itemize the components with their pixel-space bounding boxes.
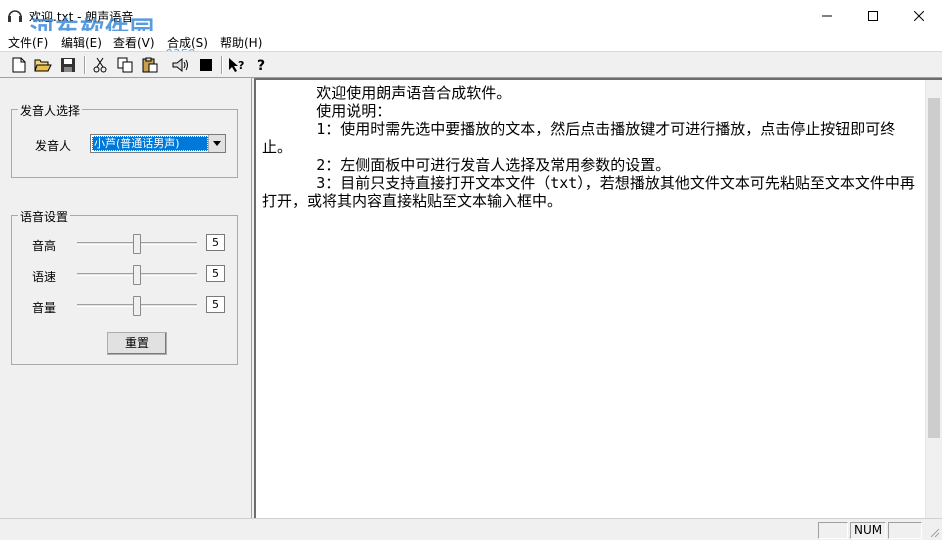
- volume-label: 音量: [32, 301, 57, 315]
- toolbar-separator: [84, 56, 86, 74]
- pitch-slider-thumb[interactable]: [133, 234, 141, 254]
- pitch-slider[interactable]: [77, 234, 197, 254]
- text-editor[interactable]: 欢迎使用朗声语音合成软件。 使用说明： 1：使用时需先选中要播放的文本，然后点击…: [254, 78, 942, 518]
- title-bar: 欢迎.txt - 朗声语音 河东软件园: [0, 0, 942, 44]
- volume-slider-thumb[interactable]: [133, 296, 141, 316]
- speaker-group-title: 发音人选择: [18, 102, 83, 119]
- svg-text:?: ?: [257, 58, 265, 73]
- paste-icon[interactable]: [141, 56, 159, 74]
- toolbar-separator: [221, 56, 223, 74]
- status-pane-caps: [818, 522, 848, 539]
- copy-icon[interactable]: [116, 56, 134, 74]
- speed-label: 语速: [32, 270, 57, 284]
- save-icon[interactable]: [59, 56, 77, 74]
- reset-button[interactable]: 重置: [107, 332, 167, 355]
- speed-slider-thumb[interactable]: [133, 265, 141, 285]
- status-bar: NUM: [0, 518, 942, 540]
- volume-slider[interactable]: [77, 296, 197, 316]
- minimize-button[interactable]: [804, 0, 850, 31]
- volume-value: 5: [206, 296, 225, 313]
- scrollbar-thumb[interactable]: [928, 98, 940, 438]
- status-pane-scroll: [888, 522, 922, 539]
- resize-grip-icon[interactable]: [928, 526, 940, 538]
- speed-value: 5: [206, 265, 225, 282]
- new-file-icon[interactable]: [10, 56, 28, 74]
- speed-slider[interactable]: [77, 265, 197, 285]
- speaker-label: 发音人: [35, 139, 72, 153]
- status-num: NUM: [850, 522, 886, 539]
- menu-edit[interactable]: 编辑(E): [61, 34, 102, 51]
- pitch-value: 5: [206, 234, 225, 251]
- speaker-icon[interactable]: [172, 56, 190, 74]
- toolbar: ? ?: [0, 51, 942, 78]
- menu-help[interactable]: 帮助(H): [220, 34, 262, 51]
- open-folder-icon[interactable]: [34, 56, 52, 74]
- cut-icon[interactable]: [91, 56, 109, 74]
- settings-panel: 发音人选择 发音人 小芦(普通话男声) 语音设置 音高 5 语速 5 音量 5 …: [0, 78, 252, 518]
- minimize-icon: [822, 15, 832, 16]
- voice-settings-title: 语音设置: [18, 208, 71, 225]
- editor-text[interactable]: 欢迎使用朗声语音合成软件。 使用说明： 1：使用时需先选中要播放的文本，然后点击…: [262, 84, 922, 210]
- speaker-select[interactable]: 小芦(普通话男声): [90, 134, 226, 153]
- close-icon: [914, 10, 924, 21]
- headphones-icon: [7, 7, 23, 23]
- pitch-label: 音高: [32, 239, 57, 253]
- speaker-select-value: 小芦(普通话男声): [92, 136, 208, 151]
- help-icon[interactable]: ?: [253, 56, 271, 74]
- stop-icon[interactable]: [197, 56, 215, 74]
- dropdown-arrow-icon[interactable]: [208, 135, 225, 152]
- context-help-icon[interactable]: ?: [228, 56, 246, 74]
- svg-text:?: ?: [238, 59, 244, 72]
- menu-file[interactable]: 文件(F): [8, 34, 48, 51]
- vertical-scrollbar[interactable]: [925, 80, 942, 518]
- maximize-icon: [868, 10, 878, 21]
- close-button[interactable]: [896, 0, 942, 31]
- maximize-button[interactable]: [850, 0, 896, 31]
